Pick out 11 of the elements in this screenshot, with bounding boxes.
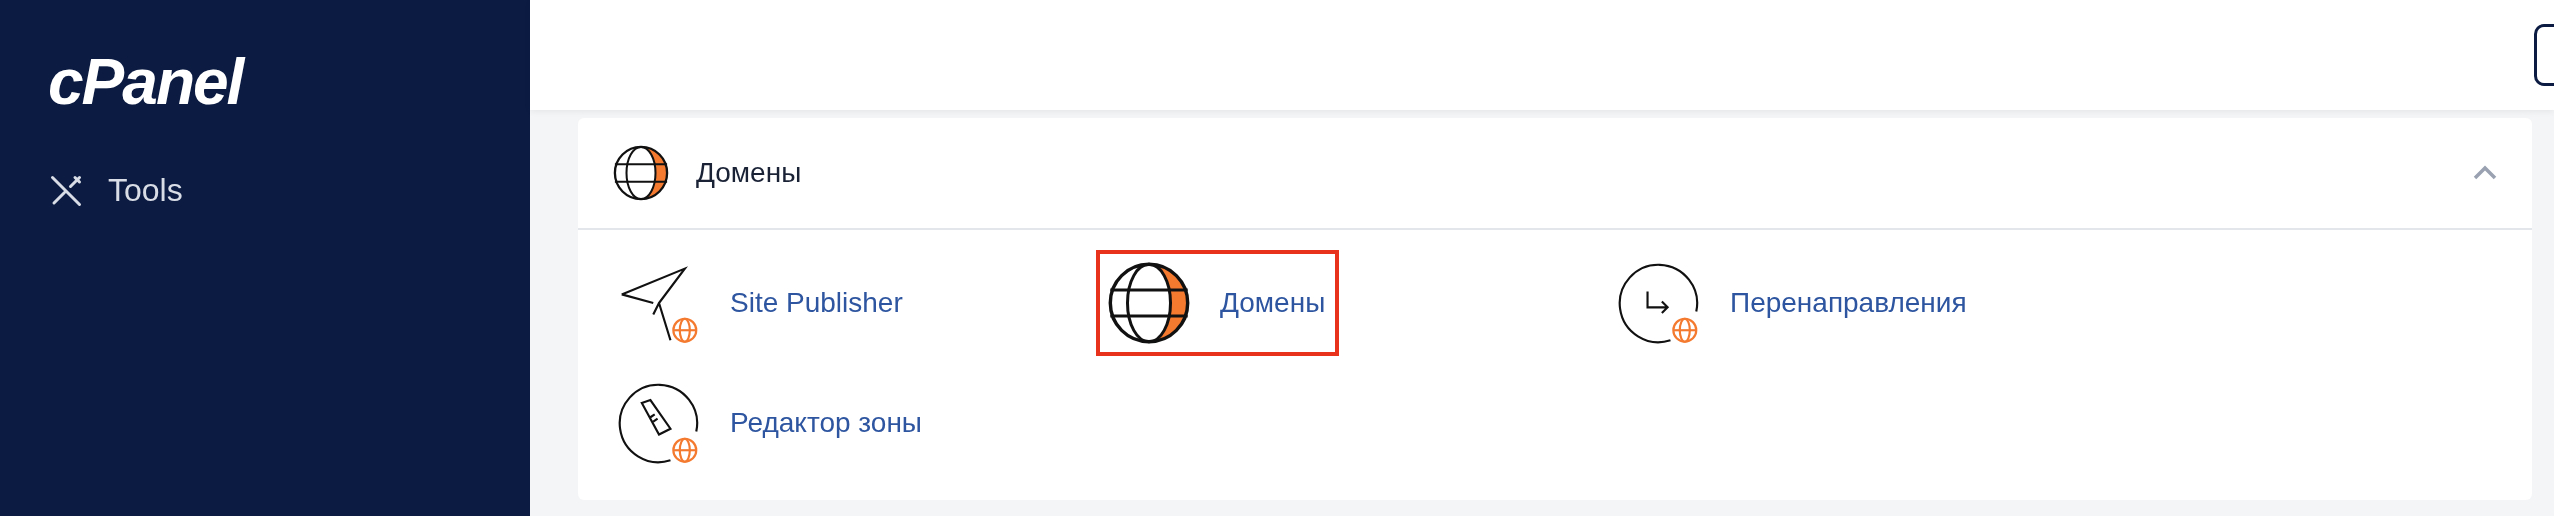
tool-link[interactable]: Домены — [1096, 250, 1340, 356]
tool-link[interactable]: Редактор зоны — [606, 370, 936, 476]
sidebar-item[interactable]: Tools — [48, 172, 530, 209]
globe-icon — [612, 144, 670, 202]
search-field[interactable] — [2534, 24, 2554, 86]
chevron-icon[interactable] — [2472, 165, 2498, 181]
tool-link[interactable]: Перенаправления — [1606, 250, 1981, 356]
logo: cPanel — [48, 50, 246, 114]
section-title: Домены — [696, 157, 803, 189]
tool-link[interactable]: Site Publisher — [606, 250, 917, 356]
globe-icon — [1106, 260, 1192, 346]
